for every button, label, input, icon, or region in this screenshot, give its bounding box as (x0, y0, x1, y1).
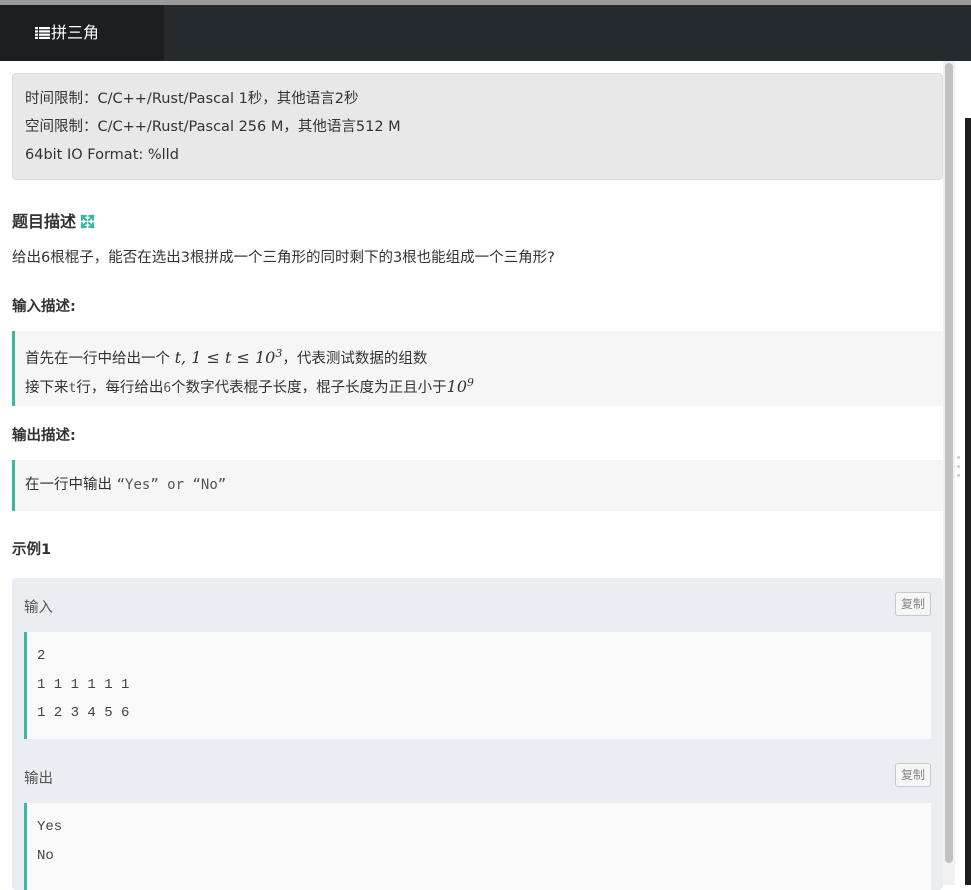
resize-handle[interactable] (957, 456, 961, 483)
output-description: 在一行中输出 “Yes” or “No” (12, 460, 943, 511)
output-code-line: No (37, 847, 54, 864)
input-code-line: 1 2 3 4 5 6 (37, 705, 130, 721)
example-output-label: 输出 (24, 771, 53, 787)
scrollbar-thumb[interactable] (945, 63, 953, 863)
navbar: 拼三角 (0, 5, 971, 61)
limits-panel: 时间限制：C/C++/Rust/Pascal 1秒，其他语言2秒 空间限制：C/… (12, 73, 943, 180)
space-limit: 空间限制：C/C++/Rust/Pascal 256 M，其他语言512 M (25, 119, 401, 135)
input-code-line: 1 1 1 1 1 1 (37, 676, 130, 693)
problem-title-text: 题目描述 (12, 212, 77, 231)
copy-output-button[interactable]: 复制 (895, 763, 931, 787)
time-limit: 时间限制：C/C++/Rust/Pascal 1秒，其他语言2秒 (25, 91, 359, 107)
example-input-code[interactable]: 2 1 1 1 1 1 1 1 2 3 4 5 6 (24, 632, 931, 739)
problem-title: 题目描述 (12, 208, 95, 232)
example-title: 示例1 (12, 542, 52, 558)
input-description: 首先在一行中给出一个 t, 1 ≤ t ≤ 103，代表测试数据的组数 接下来t… (12, 331, 943, 406)
input-line-1: 首先在一行中给出一个 t, 1 ≤ t ≤ 103，代表测试数据的组数 (25, 347, 428, 367)
input-title: 输入描述: (12, 299, 76, 315)
example-output-code[interactable]: Yes No (24, 803, 931, 890)
input-line-2: 接下来t行，每行给出6个数字代表棍子长度，棍子长度为正且小于109 (25, 375, 475, 396)
problem-description: 给出6根棍子，能否在选出3根拼成一个三角形的同时剩下的3根也能组成一个三角形? (12, 250, 555, 266)
list-icon (35, 27, 50, 39)
problem-content: 时间限制：C/C++/Rust/Pascal 1秒，其他语言2秒 空间限制：C/… (12, 73, 943, 890)
expand-icon[interactable] (80, 214, 95, 229)
output-code-line: Yes (37, 819, 63, 835)
example-input-label: 输入 (24, 600, 53, 616)
io-format: 64bit IO Format: %lld (25, 147, 179, 163)
input-code-line: 2 (37, 648, 46, 664)
side-panel-dark (965, 118, 971, 885)
example-box: 输入 复制 2 1 1 1 1 1 1 1 2 3 4 5 6 输出 复制 Ye… (12, 578, 943, 890)
copy-input-button[interactable]: 复制 (895, 592, 931, 616)
nav-tab-title: 拼三角 (51, 23, 100, 42)
nav-tab-problem[interactable]: 拼三角 (0, 5, 164, 61)
output-title: 输出描述: (12, 428, 76, 444)
